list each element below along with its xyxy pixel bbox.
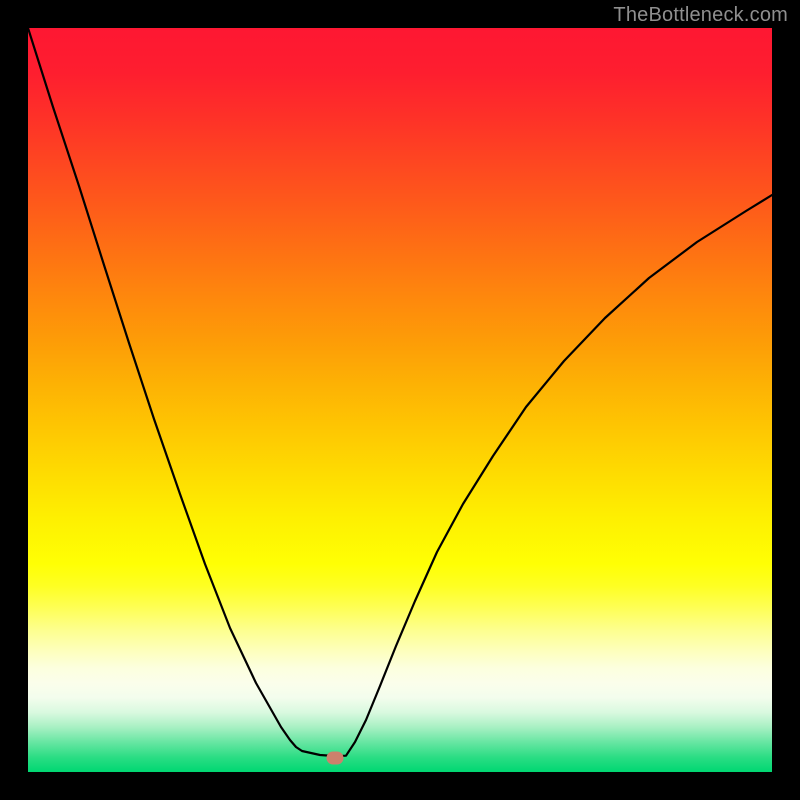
plot-area xyxy=(28,28,772,772)
watermark-text: TheBottleneck.com xyxy=(613,4,788,27)
minimum-marker xyxy=(327,752,344,765)
curve-path xyxy=(28,28,772,756)
chart-frame: TheBottleneck.com xyxy=(0,0,800,800)
bottleneck-curve xyxy=(28,28,772,772)
